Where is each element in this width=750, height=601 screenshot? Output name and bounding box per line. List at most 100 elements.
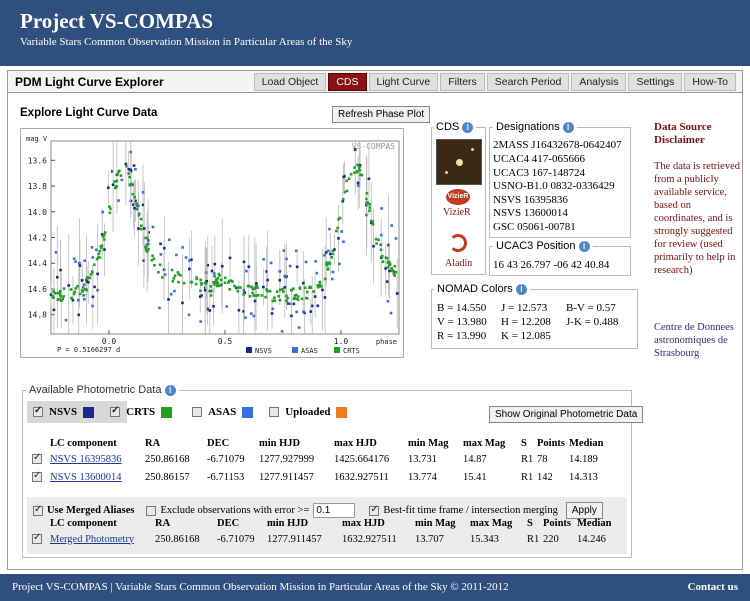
tab-analysis[interactable]: Analysis — [571, 73, 627, 91]
aladin-link[interactable]: Aladin — [445, 258, 472, 269]
row-checkbox[interactable] — [32, 452, 42, 465]
data-point-asas — [245, 269, 248, 273]
designations-legend: Designations i — [493, 121, 577, 133]
data-point-crts — [52, 290, 55, 293]
data-point-crts — [88, 276, 92, 280]
data-point-crts — [303, 286, 307, 290]
tab-load-object[interactable]: Load Object — [253, 73, 327, 91]
vizier-link[interactable]: VizieR — [443, 207, 471, 218]
data-point-crts — [151, 254, 154, 258]
plot-watermark: VS-COMPAS — [352, 142, 396, 151]
tab-cds[interactable]: CDS — [328, 73, 367, 91]
contact-us-link[interactable]: Contact us — [688, 581, 738, 593]
tab-settings[interactable]: Settings — [628, 73, 683, 91]
crts-checkbox[interactable] — [110, 405, 121, 417]
data-point-crts — [59, 293, 62, 297]
data-point-asas — [159, 253, 163, 256]
table-cell: 14.87 — [463, 453, 487, 465]
table-cell: 14.189 — [569, 453, 598, 465]
data-point-nsvs — [385, 280, 389, 283]
info-icon[interactable]: i — [515, 283, 527, 295]
data-point-nsvs — [210, 269, 214, 273]
data-point-nsvs — [313, 295, 317, 298]
data-point-crts — [100, 246, 103, 250]
x-axis-label: phase — [376, 338, 397, 346]
tab-filters[interactable]: Filters — [440, 73, 485, 91]
tab-light-curve[interactable]: Light Curve — [368, 73, 439, 91]
data-point-crts — [52, 296, 55, 299]
data-point-asas — [187, 313, 191, 317]
exclude-error-checkbox[interactable] — [146, 505, 157, 516]
sky-thumbnail[interactable] — [436, 139, 482, 185]
col-header: DEC — [217, 518, 240, 529]
data-point-crts — [355, 170, 359, 174]
col-header: S — [527, 518, 533, 529]
data-point-nsvs — [52, 308, 56, 312]
cds-strasbourg-link[interactable]: Centre de Donnees astronomiques de Stras… — [654, 321, 744, 360]
error-threshold-input[interactable] — [313, 503, 356, 518]
tab-search-period[interactable]: Search Period — [486, 73, 570, 91]
show-original-data-button[interactable]: Show Original Photometric Data — [489, 406, 644, 423]
data-point-crts — [177, 280, 180, 284]
col-header: LC component — [50, 438, 117, 449]
tab-how-to[interactable]: How-To — [684, 73, 736, 91]
data-point-crts — [386, 265, 390, 269]
data-point-nsvs — [247, 265, 251, 269]
explore-title: Explore Light Curve Data — [20, 107, 158, 119]
data-point-crts — [172, 277, 176, 280]
data-point-crts — [137, 213, 141, 217]
table-cell: 14.246 — [577, 533, 606, 545]
data-point-asas — [120, 178, 124, 182]
data-point-crts — [345, 179, 348, 183]
position-value: 16 43 26.797 -06 42 40.84 — [493, 259, 610, 271]
data-point-asas — [96, 288, 99, 292]
site-footer: Project VS-COMPAS | Variable Stars Commo… — [0, 574, 750, 601]
asas-checkbox[interactable] — [192, 407, 203, 417]
info-icon[interactable]: i — [462, 121, 474, 133]
data-point-asas — [304, 260, 308, 264]
data-point-crts — [216, 281, 220, 285]
data-point-nsvs — [111, 183, 115, 187]
data-point-asas — [129, 150, 132, 154]
data-point-crts — [103, 238, 106, 241]
designation-item: UCAC4 417-065666 — [493, 153, 585, 165]
data-point-nsvs — [253, 299, 257, 303]
data-point-nsvs — [356, 181, 360, 185]
designation-item: NSVS 13600014 — [493, 207, 568, 219]
data-point-crts — [109, 207, 112, 211]
nomad-legend: NOMAD Colors i — [434, 283, 530, 295]
merged-table: LC component RA DEC min HJD max HJD min … — [32, 517, 617, 548]
vizier-logo-icon[interactable]: VizieR — [446, 189, 470, 205]
data-point-crts — [319, 285, 323, 288]
merged-row-checkbox[interactable] — [32, 532, 42, 545]
merged-photometry-link[interactable]: Merged Photometry — [50, 530, 155, 548]
data-point-asas — [356, 184, 360, 187]
data-point-crts — [254, 294, 258, 297]
data-point-crts — [365, 191, 369, 195]
refresh-phase-plot-button[interactable]: Refresh Phase Plot — [332, 106, 431, 123]
position-legend: UCAC3 Position i — [493, 240, 593, 252]
designation-item: UCAC3 167-148724 — [493, 167, 585, 179]
data-point-nsvs — [137, 227, 140, 230]
table-cell: 78 — [537, 453, 548, 465]
row-checkbox[interactable] — [32, 470, 42, 483]
info-icon[interactable]: i — [578, 240, 590, 252]
lc-component-link[interactable]: NSVS 16395836 — [50, 450, 145, 468]
designation-item: GSC 05061-00781 — [493, 221, 576, 233]
aladin-logo-icon[interactable] — [449, 234, 467, 252]
nsvs-checkbox[interactable] — [33, 405, 43, 417]
data-point-crts — [371, 223, 375, 226]
data-point-crts — [213, 274, 216, 278]
use-merged-checkbox[interactable] — [33, 504, 43, 516]
info-icon[interactable]: i — [562, 121, 574, 133]
info-icon[interactable]: i — [164, 384, 176, 396]
bestfit-checkbox[interactable] — [369, 504, 380, 516]
lc-component-link[interactable]: NSVS 13600014 — [50, 468, 145, 486]
uploaded-checkbox[interactable] — [269, 407, 280, 417]
data-point-nsvs — [106, 186, 110, 190]
data-point-asas — [252, 314, 256, 318]
data-point-nsvs — [163, 246, 166, 250]
data-point-crts — [358, 168, 362, 172]
data-point-crts — [62, 295, 65, 298]
data-point-asas — [282, 249, 286, 252]
